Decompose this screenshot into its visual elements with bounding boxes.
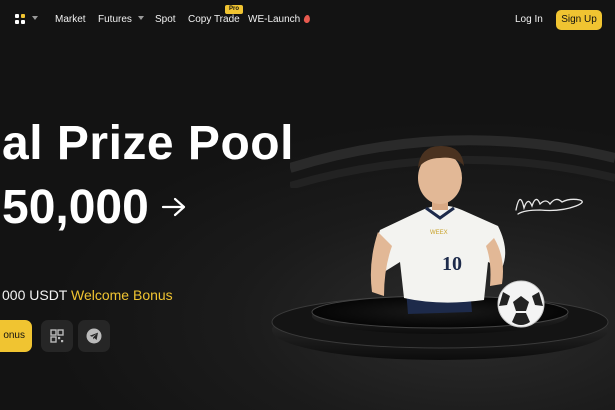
player-signature xyxy=(515,198,583,215)
footballer-figure: WEEX 10 xyxy=(370,145,506,314)
jersey-number: 10 xyxy=(442,253,462,275)
jersey-brand: WEEX xyxy=(430,230,448,236)
football-icon xyxy=(497,280,545,328)
landing-page: Market Futures Spot Copy Trade Pro WE-La… xyxy=(0,0,615,410)
